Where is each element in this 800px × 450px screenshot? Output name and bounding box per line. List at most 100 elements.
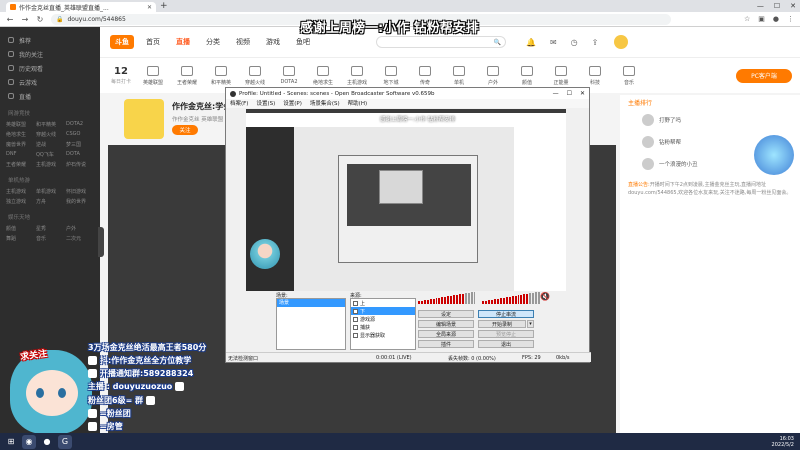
category-item[interactable]: DOTA2 bbox=[272, 66, 306, 85]
settings-button[interactable]: 设定 bbox=[418, 310, 474, 318]
category-item[interactable]: 正能量 bbox=[544, 65, 578, 86]
user-avatar[interactable] bbox=[614, 35, 629, 49]
profile-icon[interactable]: ● bbox=[773, 15, 779, 23]
sidebar-category[interactable]: 主机游戏 bbox=[36, 161, 64, 168]
pc-client-button[interactable]: PC客户端 bbox=[736, 68, 792, 83]
sidebar-category[interactable]: 独立游戏 bbox=[6, 198, 34, 205]
sidebar-category[interactable]: 王者荣耀 bbox=[6, 161, 34, 168]
record-dropdown[interactable]: ▾ bbox=[527, 320, 534, 328]
checkbox[interactable] bbox=[353, 324, 358, 330]
start-record-button[interactable]: 开始录制 bbox=[478, 320, 526, 328]
menu-item[interactable]: 设置(P) bbox=[283, 99, 302, 108]
nav-live[interactable]: 直播 bbox=[176, 37, 190, 47]
menu-dots-icon[interactable]: ⋮ bbox=[787, 15, 794, 23]
clock-icon[interactable]: ◷ bbox=[571, 38, 578, 47]
windows-start-icon[interactable]: ⊞ bbox=[4, 435, 18, 449]
sidebar-category[interactable]: 魔兽世界 bbox=[6, 141, 34, 148]
rank-header[interactable]: 主播排行 bbox=[620, 95, 800, 109]
douyu-logo[interactable]: 斗鱼 bbox=[110, 35, 134, 49]
sidebar-category[interactable]: 绝地求生 bbox=[6, 131, 34, 138]
sidebar-category[interactable]: 二次元 bbox=[66, 235, 94, 242]
close-icon[interactable]: ✕ bbox=[580, 90, 585, 97]
minimize-icon[interactable]: — bbox=[553, 90, 559, 97]
scene-item[interactable]: 场景 bbox=[277, 299, 345, 307]
category-item[interactable]: 音乐 bbox=[612, 65, 646, 86]
maximize-icon[interactable]: ☐ bbox=[567, 90, 572, 97]
sidebar-collapse-handle[interactable] bbox=[98, 227, 104, 257]
search-icon[interactable]: 🔍 bbox=[494, 39, 501, 46]
sidebar-category[interactable]: 星秀 bbox=[36, 225, 64, 232]
bell-icon[interactable]: 🔔 bbox=[526, 38, 536, 47]
stop-stream-button[interactable]: 停止串流 bbox=[478, 310, 534, 318]
nav-game[interactable]: 游戏 bbox=[266, 37, 280, 47]
source-item[interactable]: 捕获 bbox=[351, 323, 415, 331]
sidebar-category[interactable]: 梦三国 bbox=[66, 141, 94, 148]
sidebar-category[interactable]: DOTA bbox=[66, 151, 94, 158]
tab-close-icon[interactable]: ✕ bbox=[147, 4, 152, 11]
sidebar-category[interactable]: QQ飞车 bbox=[36, 151, 64, 158]
sidebar-category[interactable]: 方舟 bbox=[36, 198, 64, 205]
category-item[interactable]: 主机游戏 bbox=[340, 65, 374, 86]
sidebar-category[interactable]: DNF bbox=[6, 151, 34, 158]
sidebar-category[interactable]: 单机游戏 bbox=[36, 188, 64, 195]
obs-preview[interactable]: 感谢上周榜一:小作 钻粉帮安排 bbox=[246, 109, 566, 291]
event-badge-icon[interactable] bbox=[754, 135, 794, 175]
sources-list[interactable]: 上 下 游戏源 捕获 显示器获取 bbox=[350, 298, 416, 350]
daily-checkin[interactable]: 12 每日打卡 bbox=[106, 66, 136, 85]
sidebar-category[interactable]: 颜值 bbox=[6, 225, 34, 232]
close-window-icon[interactable]: ✕ bbox=[790, 2, 796, 10]
checkbox[interactable] bbox=[353, 308, 358, 314]
room-avatar[interactable] bbox=[124, 99, 164, 139]
browser-tab[interactable]: 作作金克丝直播_英雄联盟直播_... ✕ bbox=[6, 2, 156, 12]
sidebar-category[interactable]: 英雄联盟 bbox=[6, 121, 34, 128]
site-search-input[interactable]: 🔍 bbox=[376, 36, 506, 48]
menu-item[interactable]: 帮助(H) bbox=[348, 99, 367, 108]
category-item[interactable]: 英雄联盟 bbox=[136, 65, 170, 86]
menu-item[interactable]: 场景集合(S) bbox=[310, 99, 340, 108]
follow-button[interactable]: 关注 bbox=[172, 125, 198, 135]
system-tray-clock[interactable]: 16:03 2022/5/2 bbox=[772, 436, 794, 448]
edit-scene-button[interactable]: 编辑场景 bbox=[418, 320, 474, 328]
sidebar-category[interactable]: 舞蹈 bbox=[6, 235, 34, 242]
source-item[interactable]: 下 bbox=[351, 307, 415, 315]
plugins-button[interactable]: 插件 bbox=[418, 340, 474, 348]
sidebar-category[interactable]: 音乐 bbox=[36, 235, 64, 242]
sidebar-category[interactable]: 和平精英 bbox=[36, 121, 64, 128]
category-item[interactable]: 和平精英 bbox=[204, 65, 238, 86]
extension-icon[interactable]: ▣ bbox=[758, 15, 765, 23]
source-item[interactable]: 游戏源 bbox=[351, 315, 415, 323]
reload-icon[interactable]: ↻ bbox=[36, 15, 44, 24]
mute-speaker-icon[interactable]: 🔇 bbox=[540, 292, 550, 301]
scenes-list[interactable]: 场景 bbox=[276, 298, 346, 350]
sidebar-category[interactable]: CSGO bbox=[66, 131, 94, 138]
obs-taskbar-icon[interactable]: ● bbox=[40, 435, 54, 449]
upload-icon[interactable]: ⇪ bbox=[592, 38, 599, 47]
new-tab-icon[interactable]: + bbox=[160, 1, 168, 11]
chrome-taskbar-icon[interactable]: ◉ bbox=[22, 434, 36, 449]
checkbox[interactable] bbox=[353, 300, 358, 306]
category-item[interactable]: 颜值 bbox=[510, 65, 544, 86]
exit-button[interactable]: 退出 bbox=[478, 340, 534, 348]
sidebar-category[interactable]: 我的世界 bbox=[66, 198, 94, 205]
source-item[interactable]: 上 bbox=[351, 299, 415, 307]
back-icon[interactable]: ← bbox=[6, 15, 14, 24]
sidebar-category[interactable]: 户外 bbox=[66, 225, 94, 232]
source-item[interactable]: 显示器获取 bbox=[351, 331, 415, 339]
sidebar-category[interactable]: 穿越火线 bbox=[36, 131, 64, 138]
category-item[interactable]: 绝地求生 bbox=[306, 65, 340, 86]
sidebar-category[interactable]: 逆战 bbox=[36, 141, 64, 148]
checkbox[interactable] bbox=[353, 316, 358, 322]
sidebar-category[interactable]: 主机游戏 bbox=[6, 188, 34, 195]
nav-video[interactable]: 视频 bbox=[236, 37, 250, 47]
nav-home[interactable]: 首页 bbox=[146, 37, 160, 47]
star-icon[interactable]: ☆ bbox=[744, 15, 750, 23]
sidebar-category[interactable]: 炉石传说 bbox=[66, 161, 94, 168]
minimize-icon[interactable]: — bbox=[757, 2, 764, 10]
sidebar-category[interactable]: DOTA2 bbox=[66, 121, 94, 128]
category-item[interactable]: 单机 bbox=[442, 65, 476, 86]
sidebar-item-live[interactable]: 直播 bbox=[0, 89, 100, 103]
sidebar-category[interactable]: 怀旧游戏 bbox=[66, 188, 94, 195]
forward-icon[interactable]: → bbox=[21, 15, 29, 24]
sidebar-item-cloud-game[interactable]: 云游戏 bbox=[0, 75, 100, 89]
category-item[interactable]: 地下城 bbox=[374, 65, 408, 86]
